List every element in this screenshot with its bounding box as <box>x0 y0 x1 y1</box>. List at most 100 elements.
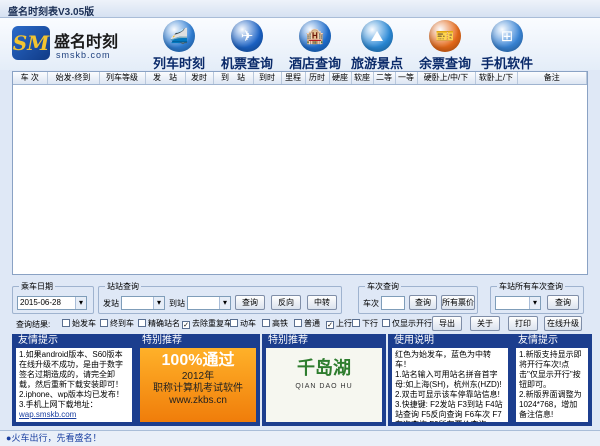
station-all-trains-query-button[interactable]: 查询 <box>547 295 579 310</box>
column-header[interactable]: 车 次 <box>13 72 48 85</box>
nav-label: 余票查询 <box>418 56 471 71</box>
date-select[interactable]: 2015-06-28 <box>17 296 87 310</box>
column-header[interactable]: 一等 <box>395 72 418 85</box>
checkbox-box[interactable]: ✓ <box>182 321 190 329</box>
column-header[interactable]: 软卧上/下 <box>475 72 518 85</box>
nav-label: 机票查询 <box>220 56 273 71</box>
nav-label: 列车时刻 <box>152 56 205 71</box>
about-button[interactable]: 关于 <box>470 316 500 331</box>
nav-train-button[interactable]: 🚄 列车时刻 <box>144 18 214 71</box>
filter-checkbox[interactable]: 终到车 <box>100 319 134 329</box>
filter-checkbox[interactable]: ✓ 上行 <box>326 319 352 329</box>
column-header[interactable]: 软座 <box>351 72 374 85</box>
column-header[interactable]: 硬卧上/中/下 <box>417 72 476 85</box>
panel-title: 使用说明 <box>394 335 434 346</box>
checkbox-box[interactable] <box>62 319 70 327</box>
station-query-button[interactable]: 查询 <box>235 295 265 310</box>
filter-checkbox[interactable]: 动车 <box>230 319 256 329</box>
to-station-select[interactable] <box>187 296 231 310</box>
panel-body: 1.如果android版本、S60版本在线升级不成功，是由于数字签名过期造成的，… <box>16 348 132 422</box>
column-header[interactable]: 始发-终到 <box>47 72 100 85</box>
to-station-label: 到站 <box>169 299 185 308</box>
train-number-label: 车次 <box>363 299 379 308</box>
checkbox-box[interactable] <box>138 319 146 327</box>
checkbox-label: 去除重复车 <box>192 319 232 328</box>
filter-checkbox[interactable]: ✓ 去除重复车 <box>182 319 232 329</box>
filter-checkbox[interactable]: 始发车 <box>62 319 96 329</box>
panel-title: 特别推荐 <box>268 335 308 346</box>
nav-plane-button[interactable]: ✈ 机票查询 <box>212 18 282 71</box>
exam-software-ad[interactable]: 100%通过 2012年 职称计算机考试软件 www.zkbs.cn <box>140 348 256 422</box>
checkbox-box[interactable] <box>382 319 390 327</box>
ad-year: 2012年 <box>181 371 215 382</box>
column-header[interactable]: 发 站 <box>145 72 186 85</box>
checkbox-box[interactable] <box>294 319 302 327</box>
download-link[interactable]: wap.smskb.com <box>19 410 76 419</box>
ad-big-text: 100%通过 <box>161 352 235 369</box>
column-header[interactable]: 发时 <box>185 72 214 85</box>
train-number-input[interactable] <box>381 296 405 310</box>
window-title: 盛名时刻表V3.05版 <box>8 7 95 18</box>
hotel-icon: 🏨 <box>299 20 331 52</box>
checkbox-label: 始发车 <box>72 319 96 328</box>
station-all-trains-select[interactable] <box>495 296 541 310</box>
logo-url: smskb.com <box>56 50 111 60</box>
checkbox-box[interactable]: ✓ <box>326 321 334 329</box>
plane-icon: ✈ <box>231 20 263 52</box>
print-button[interactable]: 打印 <box>508 316 538 331</box>
column-header[interactable]: 备注 <box>517 72 587 85</box>
info-panel: 特别推荐千岛湖 QIAN DAO HU <box>262 334 386 426</box>
info-panel: 特别推荐 100%通过 2012年 职称计算机考试软件 www.zkbs.cn <box>136 334 260 426</box>
train-query-button[interactable]: 查询 <box>409 295 437 310</box>
timetable-grid[interactable]: 车 次始发-终到 列车等级发 站发时到 站到时 里程 历时 硬座 软座 二等 一等 硬卧上/中/… <box>12 71 588 275</box>
nav-label: 酒店查询 <box>288 56 341 71</box>
ticket-icon: 🎫 <box>429 20 461 52</box>
filter-checkbox[interactable]: 高铁 <box>262 319 288 329</box>
from-station-select[interactable] <box>121 296 165 310</box>
reverse-query-button[interactable]: 反向 <box>271 295 301 310</box>
title-bar: 盛名时刻表V3.05版 <box>0 0 600 18</box>
date-group-title: 乘车日期 <box>19 281 55 292</box>
online-upgrade-button[interactable]: 在线升级 <box>544 316 582 331</box>
nav-label: 手机软件 <box>480 56 533 71</box>
travel-icon: ⛰ <box>361 20 393 52</box>
checkbox-box[interactable] <box>100 319 108 327</box>
checkbox-box[interactable] <box>230 319 238 327</box>
panel-body: 红色为始发车，蓝色为中转车！ 1.站名输入可用站名拼音首字母:如上海(SH)，杭… <box>392 348 508 422</box>
filter-checkbox[interactable]: 仅显示开行 <box>382 319 432 329</box>
all-fares-button[interactable]: 所有票价 <box>441 295 475 310</box>
timetable-table: 车 次始发-终到 列车等级发 站发时到 站到时 里程 历时 硬座 软座 二等 一等 硬卧上/中/… <box>13 72 587 85</box>
station-all-trains-group: 车站所有车次查询 查询 <box>490 281 584 314</box>
panel-body-text: 红色为始发车，蓝色为中转车！ 1.站名输入可用站名拼音首字母:如上海(SH)，杭… <box>395 350 503 422</box>
column-header[interactable]: 里程 <box>281 72 306 85</box>
date-group: 乘车日期 2015-06-28 <box>12 281 94 314</box>
column-header[interactable]: 列车等级 <box>99 72 146 85</box>
info-panel: 友情提示 1.新版支持显示即将开行车次!点击"仅显示开行"按钮即可。 2.新版界面… <box>512 334 592 426</box>
panel-title: 友情提示 <box>18 335 58 346</box>
checkbox-box[interactable] <box>262 319 270 327</box>
export-button[interactable]: 导出 <box>432 316 462 331</box>
logo-name: 盛名时刻 <box>54 34 119 51</box>
nav-windows-button[interactable]: ⊞ 手机软件 <box>472 18 542 71</box>
nav-ticket-button[interactable]: 🎫 余票查询 <box>410 18 480 71</box>
nav-travel-button[interactable]: ⛰ 旅游景点 <box>342 18 412 71</box>
transfer-query-button[interactable]: 中转 <box>307 295 337 310</box>
info-panel: 友情提示 1.如果android版本、S60版本在线升级不成功，是由于数字签名过期… <box>12 334 136 426</box>
column-header[interactable]: 二等 <box>373 72 396 85</box>
column-header[interactable]: 历时 <box>305 72 330 85</box>
filter-checkbox[interactable]: 精确站名 <box>138 319 180 329</box>
column-header[interactable]: 到 站 <box>213 72 254 85</box>
from-station-label: 发站 <box>103 299 119 308</box>
checkbox-label: 仅显示开行 <box>392 319 432 328</box>
station-query-group: 站站查询 发站 到站 查询 反向 中转 <box>98 281 342 314</box>
column-header[interactable]: 到时 <box>253 72 282 85</box>
checkbox-label: 下行 <box>362 319 378 328</box>
checkbox-label: 动车 <box>240 319 256 328</box>
column-header[interactable]: 硬座 <box>329 72 352 85</box>
filter-checkbox[interactable]: 下行 <box>352 319 378 329</box>
windows-icon: ⊞ <box>491 20 523 52</box>
filter-checkbox[interactable]: 普通 <box>294 319 320 329</box>
nav-hotel-button[interactable]: 🏨 酒店查询 <box>280 18 350 71</box>
checkbox-box[interactable] <box>352 319 360 327</box>
qiandaohu-ad[interactable]: 千岛湖 QIAN DAO HU <box>266 348 382 422</box>
